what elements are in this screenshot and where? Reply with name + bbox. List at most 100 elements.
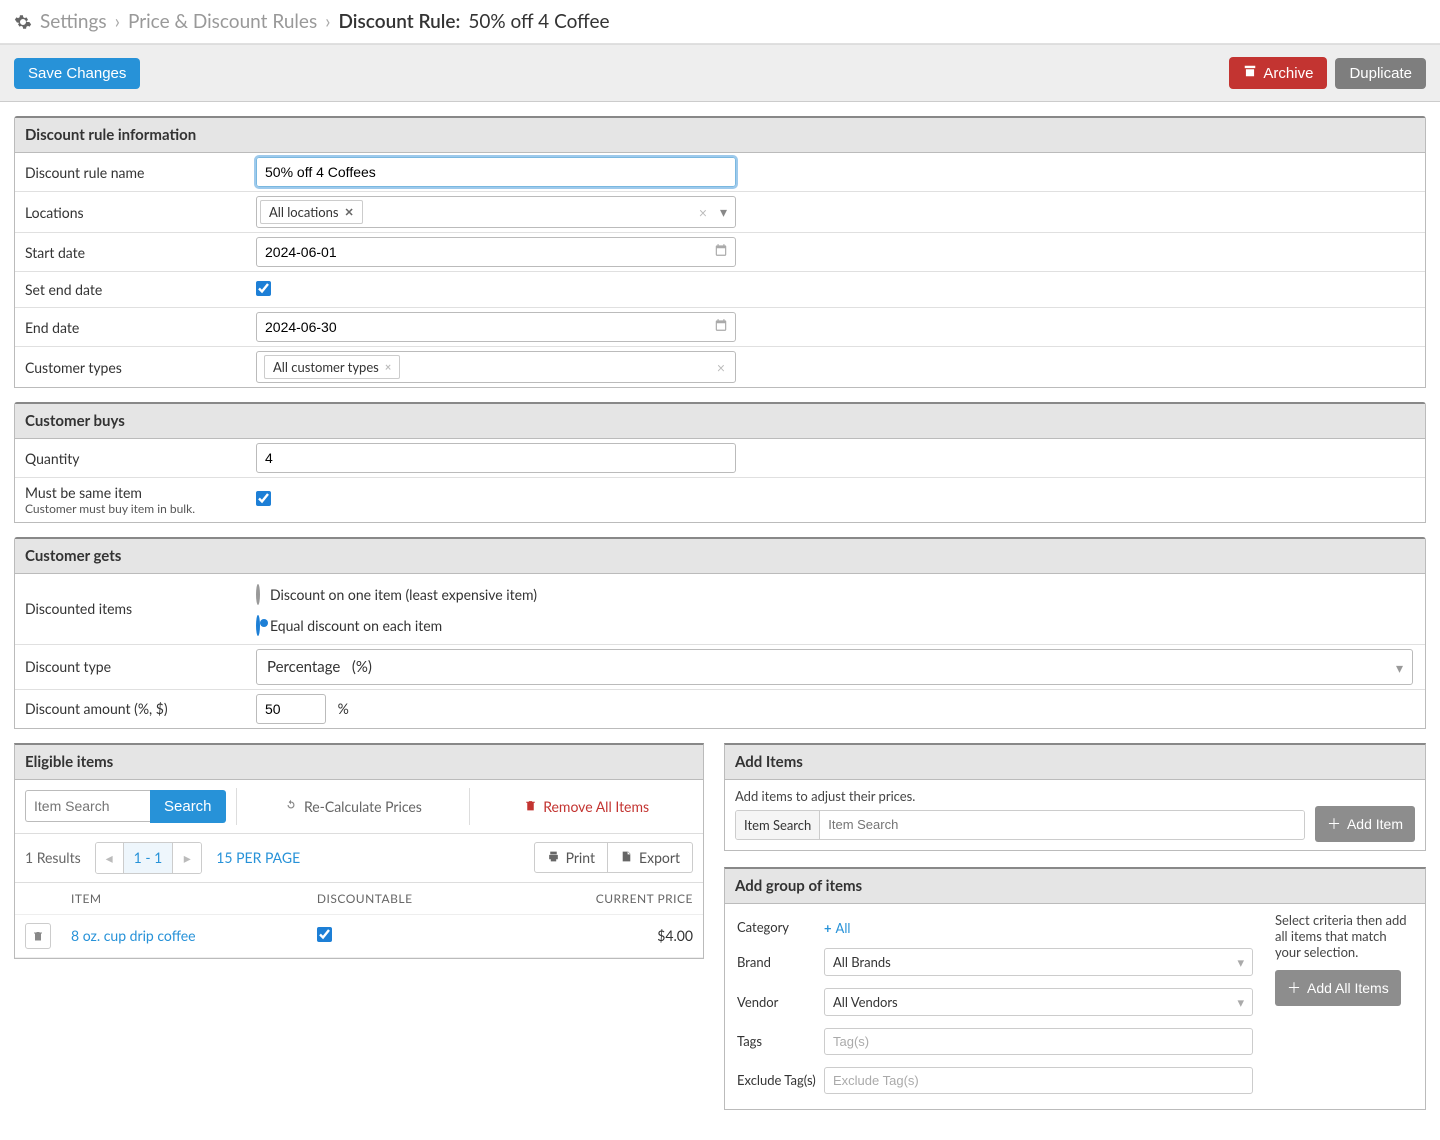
location-tag: All locations ✕ [260, 200, 363, 224]
label-same-item-sub: Customer must buy item in bulk. [25, 501, 240, 516]
radio-each-item-label: Equal discount on each item [270, 617, 442, 634]
locations-select[interactable]: All locations ✕ × ▾ [256, 196, 736, 228]
clear-icon[interactable]: × [699, 204, 707, 221]
chevron-right-icon: › [115, 10, 120, 33]
exclude-tags-input[interactable] [824, 1067, 1253, 1094]
chevron-down-icon: ▾ [1237, 994, 1244, 1011]
chevron-down-icon: ▾ [1396, 659, 1403, 677]
refresh-icon [284, 798, 298, 815]
radio-each-item[interactable] [256, 615, 260, 636]
label-same-item-text: Must be same item [25, 484, 142, 501]
label-category: Category [737, 914, 822, 941]
category-all-text: All [836, 920, 851, 936]
vendor-select[interactable]: All Vendors ▾ [824, 988, 1253, 1016]
section-header-add-items: Add Items [725, 745, 1425, 780]
section-add-group: Add group of items Category + All [724, 867, 1426, 1110]
brand-select[interactable]: All Brands ▾ [824, 948, 1253, 976]
start-date-input[interactable] [256, 237, 736, 267]
breadcrumb-settings[interactable]: Settings [40, 10, 107, 33]
section-rule-info: Discount rule information Discount rule … [14, 116, 1426, 388]
item-link[interactable]: 8 oz. cup drip coffee [71, 927, 196, 944]
end-date-input[interactable] [256, 312, 736, 342]
add-all-items-button[interactable]: ＋ Add All Items [1275, 970, 1401, 1006]
radio-one-item-label: Discount on one item (least expensive it… [270, 586, 537, 603]
col-current-price: CURRENT PRICE [504, 883, 703, 915]
set-end-date-checkbox[interactable] [256, 281, 271, 296]
add-item-button[interactable]: ＋ Add Item [1315, 806, 1415, 842]
per-page-select[interactable]: 15 PER PAGE [216, 849, 300, 866]
discount-type-select[interactable]: Percentage (%) [256, 649, 1413, 685]
export-button[interactable]: Export [608, 842, 693, 873]
label-start-date: Start date [15, 238, 250, 267]
duplicate-button[interactable]: Duplicate [1335, 58, 1426, 89]
section-header-eligible: Eligible items [15, 745, 703, 780]
category-all-link[interactable]: + All [824, 920, 850, 936]
tags-input[interactable] [824, 1028, 1253, 1055]
col-item: ITEM [61, 883, 307, 915]
archive-button[interactable]: Archive [1229, 57, 1327, 89]
label-quantity: Quantity [15, 444, 250, 473]
pager-prev[interactable]: ◂ [96, 843, 124, 873]
delete-row-button[interactable] [25, 923, 51, 949]
eligible-items-table: ITEM DISCOUNTABLE CURRENT PRICE 8 oz. cu… [15, 883, 703, 958]
label-same-item: Must be same item Customer must buy item… [15, 478, 250, 522]
section-header-add-group: Add group of items [725, 869, 1425, 904]
results-count: 1 Results [25, 849, 81, 866]
chevron-down-icon: ▾ [1237, 954, 1244, 971]
print-button[interactable]: Print [534, 842, 608, 873]
gear-icon [14, 13, 32, 31]
clear-icon[interactable]: × [717, 359, 725, 376]
print-icon [547, 849, 560, 866]
plus-icon: + [824, 920, 832, 936]
plus-icon: ＋ [1327, 814, 1341, 834]
recalculate-prices-button[interactable]: Re-Calculate Prices [236, 788, 470, 825]
label-locations: Locations [15, 198, 250, 227]
location-tag-text: All locations [269, 204, 339, 220]
add-item-search-input[interactable] [820, 811, 1304, 838]
add-item-search: Item Search [735, 810, 1305, 840]
print-label: Print [566, 849, 595, 866]
label-rule-name: Discount rule name [15, 158, 250, 187]
discount-amount-unit: % [338, 700, 349, 717]
calendar-icon[interactable] [714, 243, 728, 260]
breadcrumb: Settings › Price & Discount Rules › Disc… [0, 0, 1440, 44]
discountable-checkbox[interactable] [317, 927, 332, 942]
chevron-down-icon[interactable]: ▾ [720, 203, 727, 221]
section-eligible-items: Eligible items Search Re-Calculate Price… [14, 743, 704, 959]
remove-all-items-button[interactable]: Remove All Items [469, 788, 703, 825]
quantity-input[interactable] [256, 443, 736, 473]
archive-icon [1243, 64, 1257, 82]
section-header-info: Discount rule information [15, 118, 1425, 153]
rule-name-input[interactable] [256, 157, 736, 187]
customer-type-tag-text: All customer types [273, 359, 379, 375]
label-brand: Brand [737, 943, 822, 981]
remove-tag-icon[interactable]: × [385, 361, 391, 374]
customer-type-tag: All customer types × [264, 355, 400, 379]
recalculate-label: Re-Calculate Prices [304, 798, 422, 815]
customer-types-select[interactable]: All customer types × × [256, 351, 736, 383]
eligible-item-search-input[interactable] [25, 790, 150, 822]
label-vendor: Vendor [737, 983, 822, 1021]
breadcrumb-current-prefix: Discount Rule: [339, 10, 461, 33]
section-header-gets: Customer gets [15, 539, 1425, 574]
vendor-value: All Vendors [833, 994, 898, 1010]
save-changes-button[interactable]: Save Changes [14, 58, 140, 89]
eligible-search-button[interactable]: Search [150, 790, 226, 823]
section-header-buys: Customer buys [15, 404, 1425, 439]
pager-next[interactable]: ▸ [173, 843, 201, 873]
calendar-icon[interactable] [714, 318, 728, 335]
section-customer-buys: Customer buys Quantity Must be same item… [14, 402, 1426, 523]
pager: ◂ 1 - 1 ▸ [95, 842, 203, 874]
remove-tag-icon[interactable]: ✕ [345, 206, 354, 219]
item-price: $4.00 [504, 914, 703, 957]
breadcrumb-rules[interactable]: Price & Discount Rules [128, 10, 317, 33]
discount-amount-input[interactable] [256, 694, 326, 724]
same-item-checkbox[interactable] [256, 491, 271, 506]
action-toolbar: Save Changes Archive Duplicate [0, 44, 1440, 102]
item-search-label: Item Search [736, 811, 820, 839]
brand-value: All Brands [833, 954, 891, 970]
col-discountable: DISCOUNTABLE [307, 883, 504, 915]
label-discount-type: Discount type [15, 652, 250, 681]
radio-one-item[interactable] [256, 584, 260, 605]
pager-current[interactable]: 1 - 1 [124, 843, 174, 873]
